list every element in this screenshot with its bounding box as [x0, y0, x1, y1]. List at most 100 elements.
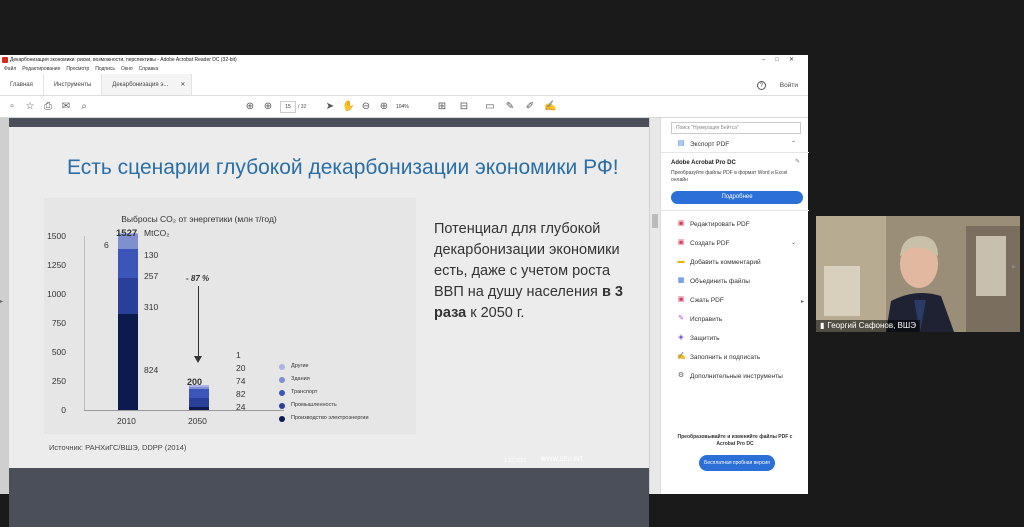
save-icon[interactable]: ▫ [6, 101, 18, 113]
combine-icon: ▦ [677, 277, 685, 284]
trial-button[interactable]: Бесплатная пробная версия [699, 455, 775, 471]
chevron-down-icon[interactable]: ⌄ [791, 239, 796, 246]
page-count: / 32 [298, 104, 307, 110]
more-tools-icon: ⚙ [677, 372, 685, 379]
zoom-out-icon[interactable]: ⊖ [360, 101, 372, 113]
tab-tools-label: Инструменты [53, 81, 92, 88]
edit-pdf-icon: ▣ [677, 220, 685, 227]
divider [661, 210, 809, 211]
close-icon[interactable]: ✕ [180, 81, 185, 88]
vertical-scrollbar[interactable] [650, 118, 660, 494]
tool-fix-label: Исправить [690, 315, 723, 323]
tab-home-label: Главная [10, 81, 33, 88]
left-panel-toggle-icon[interactable]: ▸ [0, 298, 3, 305]
zoom-in-icon[interactable]: ⊕ [378, 101, 390, 113]
window-controls[interactable]: –□✕ [762, 55, 804, 65]
legend-marker [279, 403, 285, 409]
mail-icon[interactable]: ✉ [60, 101, 72, 113]
chart: Выбросы CO₂ от энергетики (млн т/год) 15… [44, 198, 416, 434]
slide-page: Есть сценарии глубокой декарбонизации эк… [9, 118, 649, 527]
page-down-icon[interactable]: ⊕ [262, 101, 274, 113]
tool-compress[interactable]: ▣ Сжать PDF [677, 296, 724, 304]
bar-segment [189, 407, 209, 410]
menu-file[interactable]: Файл [4, 65, 16, 74]
participant-name: Георгий Сафонов, ВШЭ [827, 321, 916, 330]
promo-title: Adobe Acrobat Pro DC [671, 160, 736, 166]
tool-fill-sign[interactable]: ✍ Заполнить и подписать [677, 353, 760, 361]
total-label: 1527 [116, 228, 138, 239]
tab-tools[interactable]: Инструменты [44, 74, 103, 95]
search-icon[interactable]: ⌕ [78, 101, 90, 113]
menu-help[interactable]: Справка [139, 65, 159, 74]
legend-label: Производство электроэнергии [291, 415, 369, 421]
scroll-mode-icon[interactable]: ⊟ [458, 101, 470, 113]
comment-icon[interactable]: ▭ [484, 101, 496, 113]
menu-edit[interactable]: Редактирование [22, 65, 60, 74]
tab-document[interactable]: Декарбонизация э... ✕ [102, 74, 193, 95]
footer-date: 2.12.2021 [504, 458, 527, 464]
data-label: 310 [144, 302, 159, 312]
data-label: 74 [236, 376, 246, 386]
select-cursor-icon[interactable]: ➤ [324, 101, 336, 113]
total-label: 200 [187, 377, 203, 387]
tab-home[interactable]: Главная [0, 74, 44, 95]
fix-icon: ✎ [678, 315, 684, 322]
footer-url: WWW.SEU.INT [541, 457, 583, 463]
tools-panel: Поиск "Нумерация Бейтса" ▤ Экспорт PDF ⌃… [660, 118, 809, 494]
star-icon[interactable]: ☆ [24, 101, 36, 113]
tool-create-pdf[interactable]: ▣ Создать PDF [677, 239, 730, 247]
scrollbar-thumb[interactable] [652, 214, 658, 228]
menu-bar: Файл Редактирование Просмотр Подпись Окн… [0, 65, 808, 74]
tool-protect-label: Защитить [690, 334, 720, 342]
tool-create-pdf-label: Создать PDF [690, 239, 730, 247]
legend-marker [279, 377, 285, 383]
tools-search-input[interactable]: Поиск "Нумерация Бейтса" [671, 122, 801, 134]
tool-more-label: Дополнительные инструменты [690, 372, 783, 380]
legend-label: Транспорт [291, 389, 318, 395]
page-number-input[interactable]: 15 [280, 101, 296, 113]
tool-protect[interactable]: ◈ Защитить [677, 334, 720, 342]
tool-add-comment[interactable]: ▬ Добавить комментарий [677, 258, 761, 266]
right-panel-toggle-icon[interactable]: ▸ [801, 298, 804, 305]
tool-combine-label: Объединить файлы [690, 277, 750, 285]
page-up-icon[interactable]: ⊕ [244, 101, 256, 113]
help-icon[interactable]: ? [756, 80, 766, 90]
y-axis [84, 236, 85, 410]
compress-icon: ▣ [677, 296, 685, 303]
tool-fix[interactable]: ✎ Исправить [677, 315, 722, 323]
document-area: ▸ Есть сценарии глубокой декарбонизации … [0, 118, 660, 527]
y-tick-label: 250 [51, 376, 66, 386]
tool-more[interactable]: ⚙ Дополнительные инструменты [677, 372, 783, 380]
chevron-up-icon[interactable]: ⌃ [791, 140, 796, 147]
tool-edit-pdf[interactable]: ▣ Редактировать PDF [677, 220, 750, 228]
total-unit-label: MtCO₂ [144, 228, 170, 238]
shield-icon: ◈ [678, 334, 684, 341]
data-label: 6 [104, 240, 109, 250]
data-label: 824 [144, 365, 159, 375]
zoom-select[interactable]: 104% [396, 101, 409, 113]
promo-more-button[interactable]: Подробнее [671, 191, 803, 204]
pen-icon[interactable]: ✎ [504, 101, 516, 113]
gallery-toggle-icon[interactable]: ▸ [1012, 262, 1016, 271]
fit-page-icon[interactable]: ⊞ [436, 101, 448, 113]
slide-top-band [9, 118, 649, 127]
bar-segment [189, 386, 209, 390]
bar-segment [118, 248, 138, 279]
hand-tool-icon[interactable]: ✋ [342, 101, 354, 113]
highlight-icon[interactable]: ✐ [524, 101, 536, 113]
export-pdf-item[interactable]: ▤ Экспорт PDF [677, 140, 730, 148]
bar-segment [118, 314, 138, 410]
chart-title: Выбросы CO₂ от энергетики (млн т/год) [121, 214, 277, 224]
tool-combine[interactable]: ▦ Объединить файлы [677, 277, 750, 285]
menu-window[interactable]: Окно [121, 65, 133, 74]
bar-segment [118, 278, 138, 315]
menu-sign[interactable]: Подпись [95, 65, 115, 74]
acrobat-icon [2, 57, 8, 63]
legend-label: Другие [291, 363, 309, 369]
print-icon[interactable]: ⎙ [42, 101, 54, 113]
signin-button[interactable]: Войти [780, 82, 798, 89]
participant-name-tag: ▮ Георгий Сафонов, ВШЭ [816, 320, 920, 332]
sign-icon[interactable]: ✍ [544, 101, 556, 113]
menu-view[interactable]: Просмотр [66, 65, 89, 74]
tool-fill-sign-label: Заполнить и подписать [690, 353, 761, 361]
